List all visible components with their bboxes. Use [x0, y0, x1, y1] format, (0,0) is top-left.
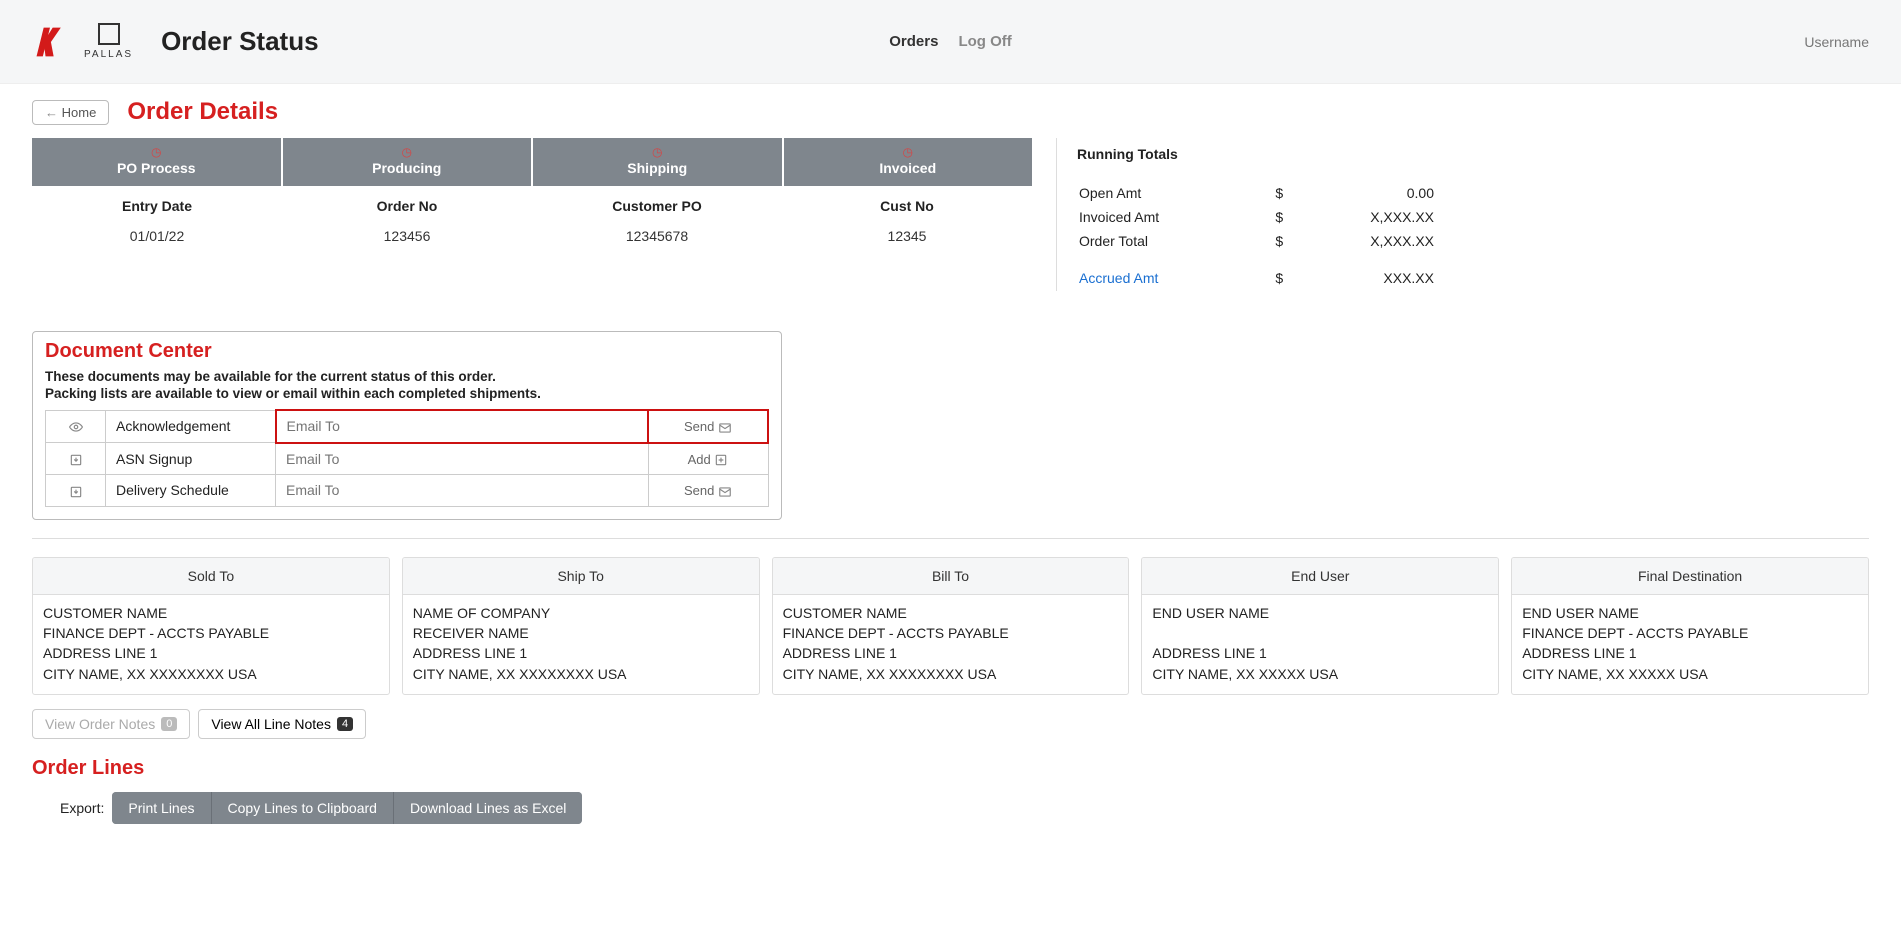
stage-po-process: ◷PO Process — [32, 138, 283, 186]
info-v-order-no: 123456 — [282, 220, 532, 258]
username-label[interactable]: Username — [1804, 34, 1869, 50]
doc-name: Delivery Schedule — [106, 475, 276, 507]
plus-box-icon — [714, 453, 728, 467]
line-notes-badge: 4 — [337, 717, 353, 731]
info-v-entry-date: 01/01/22 — [32, 220, 282, 258]
export-label: Export: — [60, 800, 104, 816]
view-line-notes-button[interactable]: View All Line Notes 4 — [198, 709, 366, 739]
running-totals-title: Running Totals — [1077, 146, 1436, 162]
doc-row-asn: ASN Signup Add — [46, 443, 769, 475]
doc-send-delivery-button[interactable]: Send — [684, 483, 732, 499]
envelope-icon — [718, 421, 732, 435]
stage-invoiced: ◷Invoiced — [784, 138, 1033, 186]
stage-bar: ◷PO Process ◷Producing ◷Shipping ◷Invoic… — [32, 138, 1032, 186]
doc-row-acknowledgement: Acknowledgement Send — [46, 410, 769, 443]
running-invoiced-row: Invoiced Amt $ X,XXX.XX — [1079, 206, 1434, 228]
download-lines-button[interactable]: Download Lines as Excel — [393, 792, 582, 824]
doc-send-ack-button[interactable]: Send — [684, 419, 732, 435]
info-v-customer-po: 12345678 — [532, 220, 782, 258]
view-order-notes-button[interactable]: View Order Notes 0 — [32, 709, 190, 739]
addr-final-destination: Final Destination END USER NAME FINANCE … — [1511, 557, 1869, 695]
nav-orders[interactable]: Orders — [889, 33, 938, 50]
ki-logo-icon — [32, 24, 68, 60]
topbar: PALLAS Order Status Orders Log Off Usern… — [0, 0, 1901, 84]
info-header-row: Entry Date Order No Customer PO Cust No — [32, 186, 1032, 220]
stage-producing: ◷Producing — [283, 138, 534, 186]
running-accrued-row: Accrued Amt $ XXX.XX — [1079, 254, 1434, 289]
pallas-text: PALLAS — [84, 49, 133, 60]
info-v-cust-no: 12345 — [782, 220, 1032, 258]
download-icon[interactable] — [46, 475, 106, 507]
nav-logoff[interactable]: Log Off — [958, 33, 1011, 50]
clock-icon: ◷ — [784, 146, 1033, 158]
addr-ship-to: Ship To NAME OF COMPANY RECEIVER NAME AD… — [402, 557, 760, 695]
stage-shipping: ◷Shipping — [533, 138, 784, 186]
order-notes-badge: 0 — [161, 717, 177, 731]
doc-center-sub2: Packing lists are available to view or e… — [45, 386, 769, 401]
doc-name: ASN Signup — [106, 443, 276, 475]
addr-end-user: End User END USER NAME ADDRESS LINE 1 CI… — [1141, 557, 1499, 695]
pallas-square-icon — [98, 23, 120, 45]
doc-add-asn-button[interactable]: Add — [688, 452, 729, 468]
envelope-icon — [718, 485, 732, 499]
order-lines-title: Order Lines — [32, 757, 1869, 780]
doc-email-input-ack[interactable] — [287, 418, 638, 434]
running-open-row: Open Amt $ 0.00 — [1079, 182, 1434, 204]
export-button-group: Print Lines Copy Lines to Clipboard Down… — [112, 792, 582, 824]
doc-name: Acknowledgement — [106, 410, 276, 443]
running-totals-panel: Running Totals Open Amt $ 0.00 Invoiced … — [1056, 138, 1436, 291]
top-nav: Orders Log Off — [889, 33, 1012, 50]
page-title: Order Details — [127, 98, 278, 126]
doc-row-delivery: Delivery Schedule Send — [46, 475, 769, 507]
pallas-logo: PALLAS — [84, 23, 133, 60]
info-h-cust-no: Cust No — [782, 186, 1032, 220]
print-lines-button[interactable]: Print Lines — [112, 792, 210, 824]
home-button[interactable]: Home — [32, 100, 109, 125]
copy-lines-button[interactable]: Copy Lines to Clipboard — [211, 792, 393, 824]
accrued-amt-link[interactable]: Accrued Amt — [1079, 254, 1251, 289]
doc-center-title: Document Center — [45, 340, 769, 363]
clock-icon: ◷ — [32, 146, 281, 158]
addr-bill-to: Bill To CUSTOMER NAME FINANCE DEPT - ACC… — [772, 557, 1130, 695]
info-h-order-no: Order No — [282, 186, 532, 220]
addr-sold-to: Sold To CUSTOMER NAME FINANCE DEPT - ACC… — [32, 557, 390, 695]
clock-icon: ◷ — [283, 146, 532, 158]
info-h-customer-po: Customer PO — [532, 186, 782, 220]
document-center: Document Center These documents may be a… — [32, 331, 782, 520]
running-total-row: Order Total $ X,XXX.XX — [1079, 230, 1434, 252]
doc-email-input-delivery[interactable] — [286, 482, 638, 498]
info-value-row: 01/01/22 123456 12345678 12345 — [32, 220, 1032, 258]
eye-icon[interactable] — [46, 410, 106, 443]
app-title: Order Status — [161, 26, 319, 57]
download-icon[interactable] — [46, 443, 106, 475]
clock-icon: ◷ — [533, 146, 782, 158]
doc-center-sub1: These documents may be available for the… — [45, 369, 769, 384]
logo-area: PALLAS Order Status — [32, 23, 319, 60]
divider — [32, 538, 1869, 539]
info-h-entry-date: Entry Date — [32, 186, 282, 220]
address-cards: Sold To CUSTOMER NAME FINANCE DEPT - ACC… — [32, 557, 1869, 695]
doc-email-input-asn[interactable] — [286, 451, 638, 467]
